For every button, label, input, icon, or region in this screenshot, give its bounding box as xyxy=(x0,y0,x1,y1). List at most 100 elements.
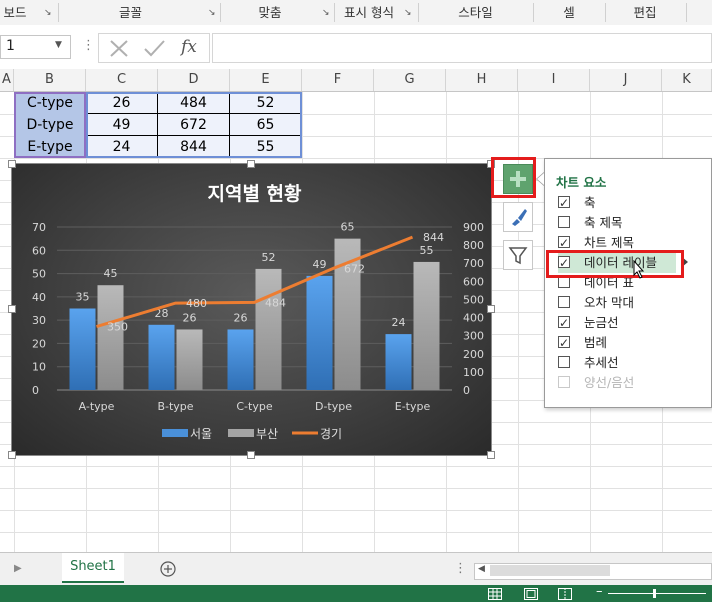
x-tick-label: C-type xyxy=(236,400,272,413)
mouse-cursor-icon xyxy=(633,260,645,279)
chart-styles-button[interactable] xyxy=(503,202,533,232)
resize-handle[interactable] xyxy=(8,451,16,459)
y2-tick-label: 300 xyxy=(463,330,484,343)
scroll-left-icon[interactable]: ◀ xyxy=(478,564,485,574)
x-tick-label: B-type xyxy=(157,400,193,413)
column-header[interactable]: H xyxy=(446,69,518,91)
scrollbar-thumb[interactable] xyxy=(490,565,610,576)
checkbox-icon[interactable] xyxy=(558,356,570,368)
y2-tick-label: 500 xyxy=(463,293,484,306)
checkbox-icon xyxy=(558,376,570,388)
panel-pointer-fill xyxy=(537,173,544,185)
x-tick-label: E-type xyxy=(395,400,431,413)
data-label: 55 xyxy=(420,244,434,257)
y2-tick-label: 600 xyxy=(463,275,484,288)
brush-icon xyxy=(512,209,527,226)
bar xyxy=(227,329,254,390)
formula-buttons: fx xyxy=(98,33,210,63)
add-sheet-icon[interactable] xyxy=(160,561,176,577)
resize-handle[interactable] xyxy=(247,160,255,168)
normal-view-icon[interactable] xyxy=(488,588,502,600)
y2-tick-label: 200 xyxy=(463,348,484,361)
column-header[interactable]: C xyxy=(86,69,158,91)
data-label: 52 xyxy=(262,251,276,264)
column-header[interactable]: G xyxy=(374,69,446,91)
sheet-tab[interactable]: Sheet1 xyxy=(62,553,124,583)
data-label: 35 xyxy=(76,291,90,304)
y-tick-label: 70 xyxy=(32,221,46,234)
highlight-box xyxy=(546,250,684,278)
tab-split-handle[interactable]: ⋮ xyxy=(454,561,467,576)
column-header[interactable]: D xyxy=(158,69,230,91)
column-header[interactable]: E xyxy=(230,69,302,91)
dialog-launcher-icon[interactable]: ↘ xyxy=(322,8,330,18)
data-label: 26 xyxy=(183,311,197,324)
legend-label: 경기 xyxy=(320,427,342,441)
ribbon-group-editing: 편집 xyxy=(633,5,657,20)
resize-handle[interactable] xyxy=(247,451,255,459)
chart-element-label: 눈금선 xyxy=(584,315,619,330)
y2-tick-label: 100 xyxy=(463,366,484,379)
column-header[interactable]: A xyxy=(0,69,14,91)
resize-handle[interactable] xyxy=(487,305,495,313)
chart-filter-button[interactable] xyxy=(503,240,533,270)
resize-handle[interactable] xyxy=(8,305,16,313)
y-tick-label: 0 xyxy=(32,384,39,397)
y-tick-label: 60 xyxy=(32,244,46,257)
insert-function-icon[interactable]: fx xyxy=(181,37,197,57)
column-header[interactable]: K xyxy=(662,69,712,91)
resize-handle[interactable] xyxy=(487,451,495,459)
checkbox-checked-icon[interactable] xyxy=(558,333,570,353)
resize-handle[interactable] xyxy=(8,160,16,168)
checkbox-checked-icon[interactable] xyxy=(558,233,570,253)
page-layout-icon[interactable] xyxy=(524,588,538,600)
bar xyxy=(176,329,203,390)
chevron-down-icon[interactable]: ▼ xyxy=(55,40,62,50)
bar xyxy=(385,334,412,390)
checkbox-icon[interactable] xyxy=(558,216,570,228)
bar xyxy=(69,308,96,390)
x-tick-label: D-type xyxy=(315,400,352,413)
ribbon-group-clipboard: 보드 xyxy=(3,5,27,20)
y-tick-label: 20 xyxy=(32,337,46,350)
cancel-icon[interactable] xyxy=(110,40,128,57)
formula-input[interactable] xyxy=(212,33,712,63)
y2-tick-label: 0 xyxy=(463,384,470,397)
checkbox-checked-icon[interactable] xyxy=(558,313,570,333)
dialog-launcher-icon[interactable]: ↘ xyxy=(404,8,412,18)
filter-icon xyxy=(508,247,528,265)
ribbon-group-alignment: 맞춤 xyxy=(258,5,282,20)
zoom-out-icon[interactable]: – xyxy=(596,584,603,599)
dialog-launcher-icon[interactable]: ↘ xyxy=(44,8,52,18)
scroll-tabs-right-icon[interactable]: ▶ xyxy=(14,563,22,574)
chart-element-label: 범례 xyxy=(584,335,608,350)
name-box-value: 1 xyxy=(6,38,15,54)
column-header[interactable]: F xyxy=(302,69,374,91)
chart-area[interactable]: 지역별 현황 0 10 20 30 40 50 60 70 0 100 200 300 400 500 600… xyxy=(11,163,492,456)
checkbox-icon[interactable] xyxy=(558,296,570,308)
enter-check-icon[interactable] xyxy=(144,40,165,57)
data-label: 480 xyxy=(186,297,207,310)
data-label: 24 xyxy=(392,316,406,329)
bar xyxy=(97,285,124,390)
page-break-icon[interactable] xyxy=(558,588,572,600)
zoom-slider-thumb[interactable] xyxy=(653,589,656,598)
ribbon-group-styles: 스타일 xyxy=(458,5,493,20)
dialog-launcher-icon[interactable]: ↘ xyxy=(208,8,216,18)
ribbon-divider xyxy=(686,3,687,22)
legend-label: 서울 xyxy=(190,427,212,441)
column-header[interactable]: J xyxy=(590,69,662,91)
column-header[interactable]: B xyxy=(14,69,86,91)
chart-element-label: 양선/음선 xyxy=(584,375,635,390)
y-tick-label: 30 xyxy=(32,314,46,327)
column-header[interactable]: I xyxy=(518,69,590,91)
range-highlight-names xyxy=(14,92,86,158)
legend-label: 부산 xyxy=(256,427,278,441)
bar xyxy=(148,324,175,390)
panel-title: 차트 요소 xyxy=(556,175,607,190)
formula-bar-resize-handle[interactable]: ⋮ xyxy=(82,38,95,53)
checkbox-checked-icon[interactable] xyxy=(558,193,570,213)
data-label: 49 xyxy=(313,258,327,271)
zoom-slider[interactable] xyxy=(608,593,706,594)
y2-tick-label: 900 xyxy=(463,221,484,234)
